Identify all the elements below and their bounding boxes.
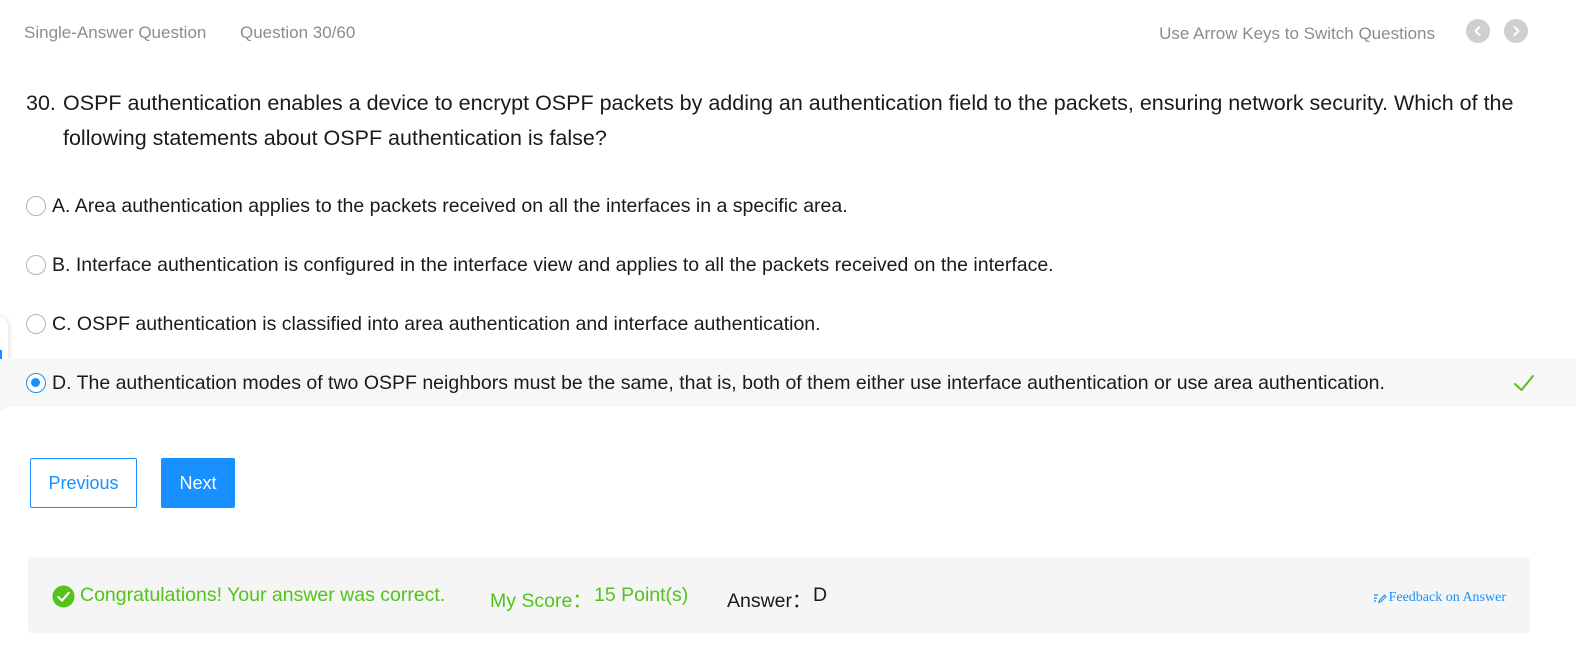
question-type-label: Single-Answer Question (24, 23, 207, 42)
arrow-keys-hint: Use Arrow Keys to Switch Questions (1159, 24, 1435, 43)
next-button[interactable]: Next (161, 458, 235, 508)
edit-icon (1373, 594, 1387, 604)
question-number: 30. (26, 91, 56, 115)
question-text: OSPF authentication enables a device to … (63, 91, 1514, 150)
question-counter: Question 30/60 (240, 23, 356, 42)
option-a-text: A. Area authentication applies to the pa… (52, 194, 848, 217)
option-b-text: B. Interface authentication is configure… (52, 253, 1054, 276)
option-a[interactable]: A. Area authentication applies to the pa… (0, 182, 1576, 230)
chevron-right-icon (1513, 26, 1520, 36)
feedback-link-label: Feedback on Answer (1388, 590, 1506, 605)
option-b[interactable]: B. Interface authentication is configure… (0, 241, 1576, 289)
score-value: 15 Point(s) (594, 584, 689, 606)
check-icon (1514, 375, 1534, 391)
option-d-text: D. The authentication modes of two OSPF … (52, 371, 1385, 394)
question-stem: 30. OSPF authentication enables a device… (26, 86, 1526, 156)
option-b-radio[interactable] (26, 255, 46, 275)
result-message: Congratulations! Your answer was correct… (80, 584, 446, 606)
option-d-radio[interactable] (26, 373, 46, 393)
previous-question-button[interactable] (1466, 19, 1490, 43)
option-c-radio[interactable] (26, 314, 46, 334)
check-circle-icon (52, 585, 75, 608)
option-c-text: C. OSPF authentication is classified int… (52, 312, 821, 335)
question-header: Single-Answer Question Question 30/60 Us… (0, 0, 1576, 66)
chevron-left-icon (1474, 26, 1481, 36)
result-panel: Congratulations! Your answer was correct… (28, 557, 1530, 633)
next-question-button[interactable] (1504, 19, 1528, 43)
feedback-link[interactable]: Feedback on Answer (1373, 590, 1506, 606)
option-a-radio[interactable] (26, 196, 46, 216)
answer-value: D (813, 584, 828, 606)
option-c[interactable]: C. OSPF authentication is classified int… (0, 300, 1576, 348)
previous-button[interactable]: Previous (30, 458, 137, 508)
option-d[interactable]: D. The authentication modes of two OSPF … (0, 359, 1576, 407)
answer-label: Answer： (727, 590, 812, 612)
score-label: My Score： (490, 590, 592, 612)
